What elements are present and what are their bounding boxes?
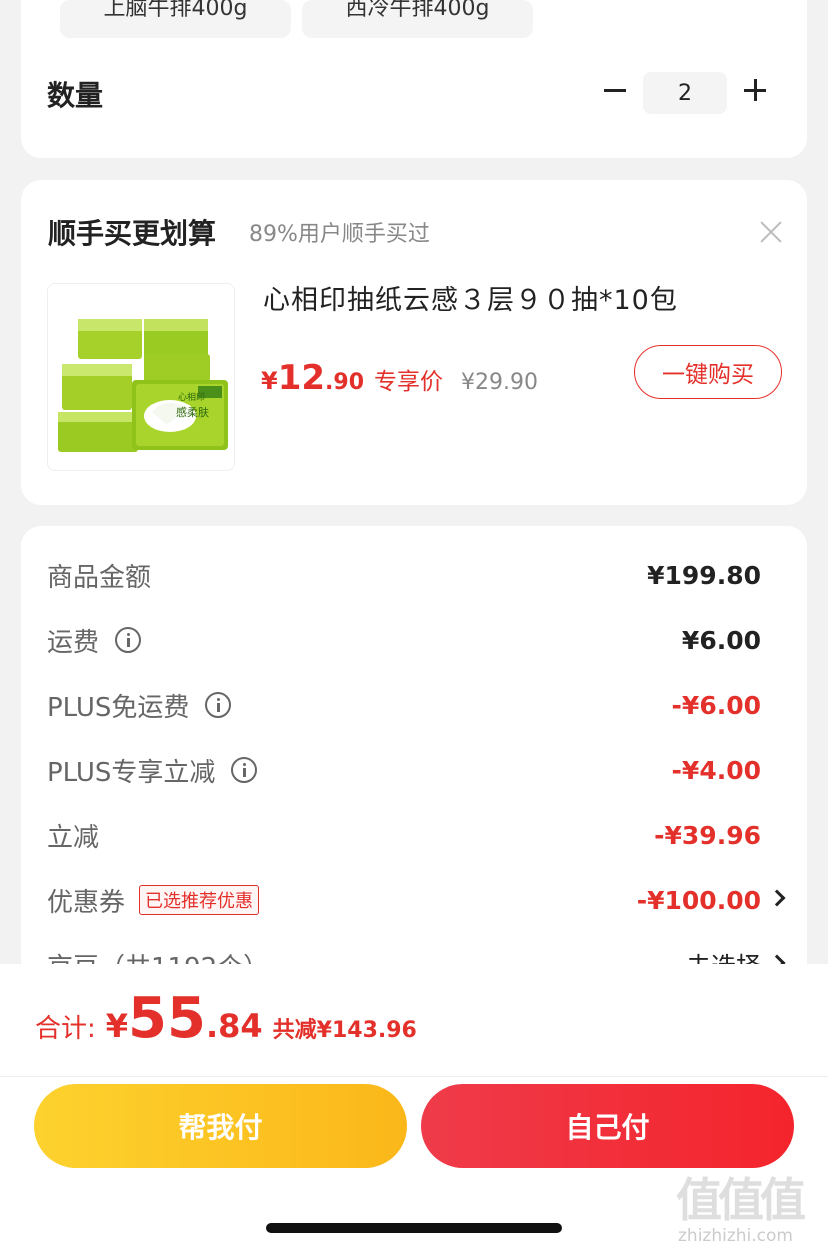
upsell-card: 顺手买更划算 89%用户顺手买过 心相印 感柔肤 心相印抽纸云感３层９０抽*10… [21,180,807,505]
divider [0,1076,828,1077]
summary-row-plus-discount: PLUS专享立减 -¥4.00 [47,750,761,790]
watermark: 值值值 zhizhizhi.com [676,1164,821,1248]
plus-discount-label: PLUS专享立减 [47,757,216,788]
total-savings: 共减¥143.96 [272,1018,417,1043]
watermark-text: zhizhizhi.com [678,1226,793,1246]
product-price: ¥ 12 .90 专享价 ¥29.90 [261,358,538,398]
summary-label: 立减 [47,822,100,853]
summary-label: PLUS免运费 [47,687,232,724]
total-label: 合计: [35,1014,96,1044]
help-pay-button[interactable]: 帮我付 [34,1084,407,1168]
home-indicator[interactable] [266,1223,562,1233]
plus-shipping-label: PLUS免运费 [47,692,190,723]
one-click-buy-button[interactable]: 一键购买 [634,345,782,399]
close-icon[interactable] [759,220,783,244]
tissue-product-text: 感柔肤 [176,405,209,419]
summary-value: -¥4.00 [671,755,761,785]
total-integer: 55 [128,986,206,1051]
quantity-label: 数量 [47,79,104,112]
summary-value: -¥39.96 [654,820,761,850]
price-integer: 12 [277,358,326,398]
total-price: 合计: ¥ 55 .84 共减¥143.96 [35,986,417,1051]
info-icon[interactable] [115,627,142,653]
summary-row-coupon[interactable]: 优惠券 已选推荐优惠 -¥100.00 [47,880,786,920]
tissue-brand-text: 心相印 [178,391,205,403]
spec-option-1[interactable]: 上脑牛排400g [60,0,291,38]
summary-label: 商品金额 [47,562,152,593]
info-icon[interactable] [231,757,258,783]
summary-value: -¥6.00 [671,690,761,720]
upsell-title: 顺手买更划算 [48,217,217,250]
spec-option-2[interactable]: 西冷牛排400g [302,0,533,38]
summary-row-instant-discount: 立减 -¥39.96 [47,815,761,855]
tissue-pack-image: 心相印 感柔肤 [48,284,234,470]
price-tag: 专享价 [374,369,444,395]
upsell-subtitle: 89%用户顺手买过 [249,222,430,247]
summary-value: -¥100.00 [636,885,761,915]
summary-label: 优惠券 已选推荐优惠 [47,882,260,919]
product-image[interactable]: 心相印 感柔肤 [47,283,235,471]
price-decimal: .90 [325,370,365,395]
original-price: ¥29.90 [461,370,538,395]
order-summary-card: 商品金额 ¥199.80 运费 ¥6.00 PLUS免运费 -¥6.00 PLU… [21,526,807,986]
summary-row-shipping: 运费 ¥6.00 [47,620,761,660]
info-icon[interactable] [205,692,232,718]
price-currency: ¥ [261,367,278,395]
coupon-selected-badge: 已选推荐优惠 [139,885,260,915]
summary-value: ¥6.00 [681,625,761,655]
summary-label: PLUS专享立减 [47,752,258,789]
shipping-label: 运费 [47,627,100,658]
quantity-input[interactable]: 2 [643,72,727,114]
spec-card: 上脑牛排400g 西冷牛排400g 数量 2 [21,0,807,158]
watermark-logo: 值值值 [676,1173,806,1227]
coupon-label: 优惠券 [47,887,126,918]
summary-value: ¥199.80 [647,560,761,590]
quantity-increase-button[interactable] [741,74,771,106]
product-name[interactable]: 心相印抽纸云感３层９０抽*10包 [263,278,678,317]
summary-label: 运费 [47,622,142,659]
summary-row-plus-shipping: PLUS免运费 -¥6.00 [47,685,761,725]
chevron-right-icon [768,889,786,907]
total-decimal: .84 [205,1007,263,1045]
total-currency: ¥ [105,1007,129,1045]
self-pay-button[interactable]: 自己付 [421,1084,794,1168]
summary-row-goods: 商品金额 ¥199.80 [47,555,761,595]
quantity-decrease-button[interactable] [601,74,631,106]
